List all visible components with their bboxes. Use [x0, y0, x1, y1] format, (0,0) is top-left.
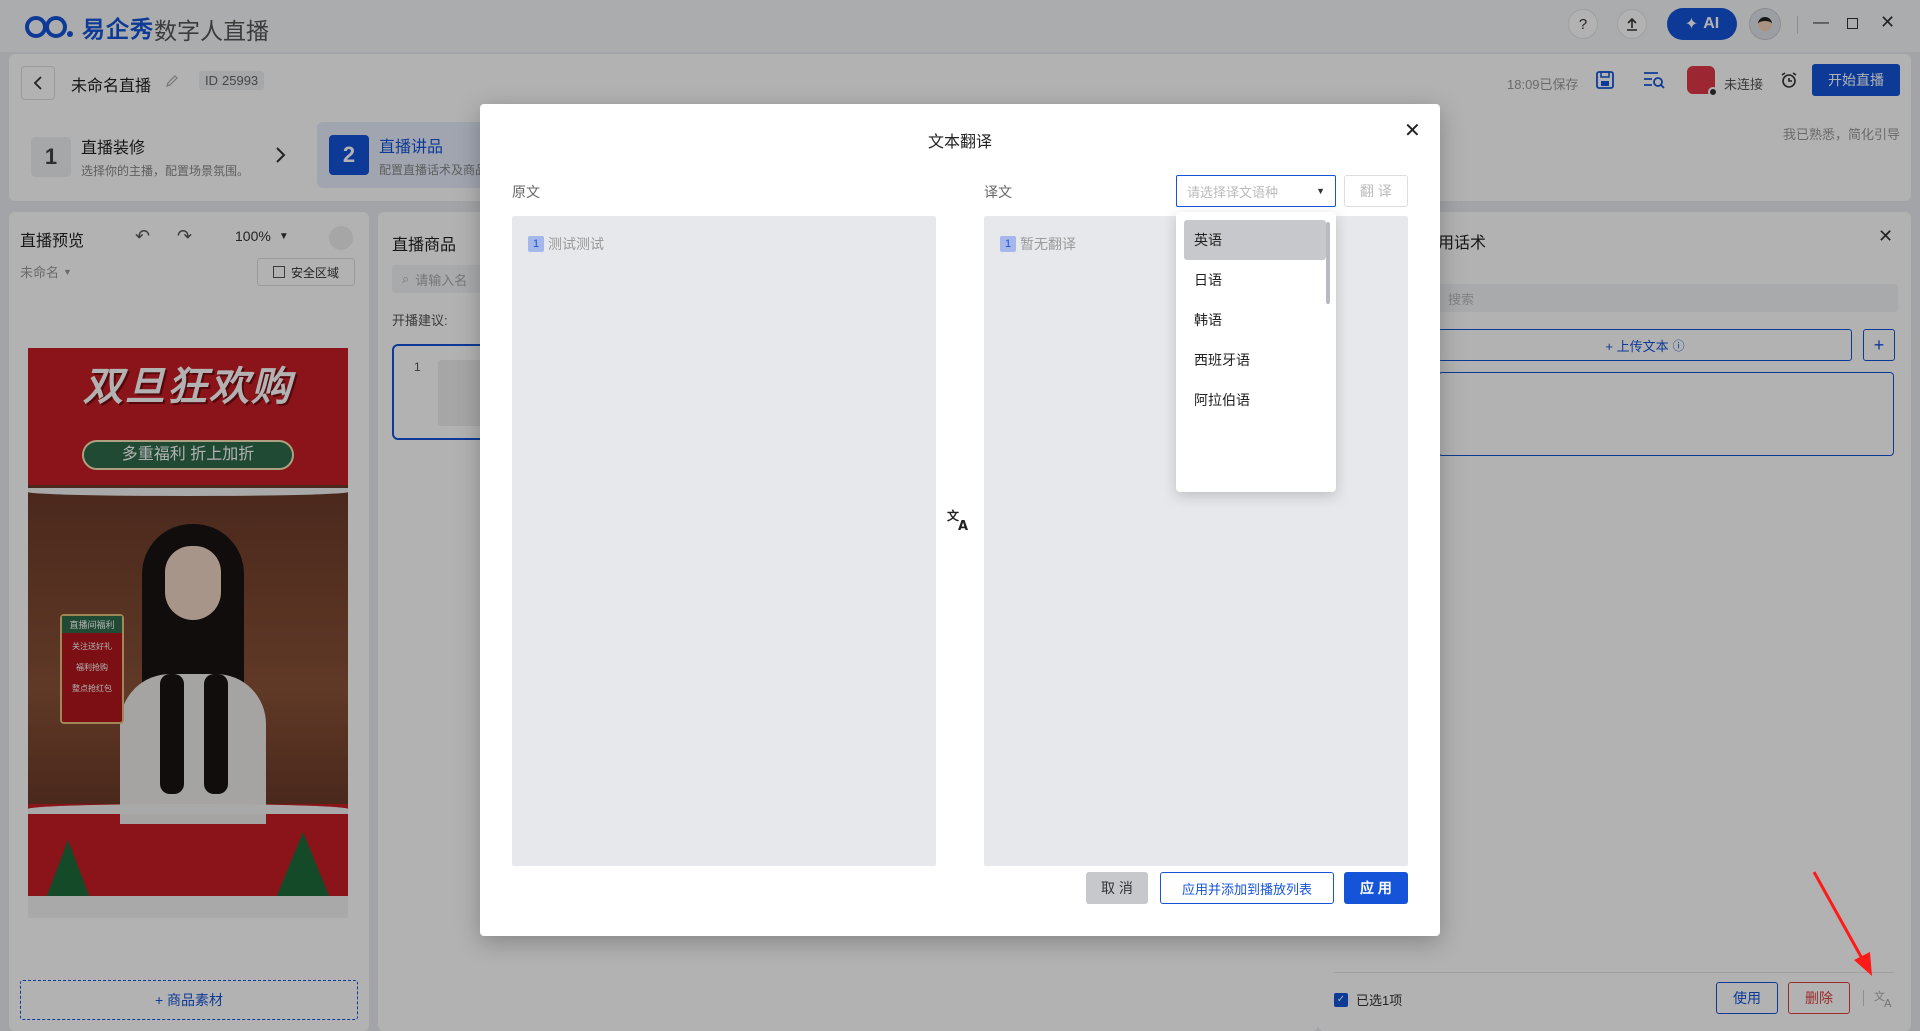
language-option-korean[interactable]: 韩语	[1184, 300, 1326, 340]
cancel-button[interactable]: 取 消	[1086, 872, 1148, 904]
source-label: 原文	[512, 184, 540, 200]
source-text-area[interactable]: 1 测试测试	[512, 216, 936, 866]
annotation-arrow-icon	[1812, 871, 1872, 976]
language-select[interactable]: 请选择译文语种 ▼	[1176, 175, 1336, 207]
modal-title: 文本翻译	[928, 134, 993, 151]
target-label: 译文	[984, 184, 1012, 200]
target-line: 1 暂无翻译	[1000, 234, 1076, 254]
language-select-placeholder: 请选择译文语种	[1187, 184, 1279, 200]
apply-add-button[interactable]: 应用并添加到播放列表	[1160, 872, 1334, 904]
source-line: 1 测试测试	[528, 234, 604, 254]
target-line-number: 1	[1000, 236, 1016, 252]
svg-text:A: A	[958, 519, 968, 532]
translate-swap-icon: 文 A	[947, 508, 968, 532]
language-dropdown: 英语 日语 韩语 西班牙语 阿拉伯语	[1176, 212, 1336, 492]
language-option-japanese[interactable]: 日语	[1184, 260, 1326, 300]
language-option-english[interactable]: 英语	[1184, 220, 1326, 260]
apply-button[interactable]: 应 用	[1344, 872, 1408, 904]
translate-button[interactable]: 翻 译	[1344, 175, 1408, 207]
dropdown-scrollbar[interactable]	[1326, 222, 1330, 304]
close-modal-icon[interactable]: ✕	[1404, 118, 1421, 143]
source-line-text: 测试测试	[548, 236, 604, 252]
language-option-arabic[interactable]: 阿拉伯语	[1184, 380, 1326, 420]
language-option-more[interactable]	[1184, 420, 1326, 440]
source-line-number: 1	[528, 236, 544, 252]
translate-modal: 文本翻译 ✕ 原文 译文 请选择译文语种 ▼ 翻 译 1 测试测试 文 A 1 …	[480, 104, 1440, 936]
caret-down-icon: ▼	[1316, 186, 1325, 196]
target-line-text: 暂无翻译	[1020, 236, 1076, 252]
language-option-spanish[interactable]: 西班牙语	[1184, 340, 1326, 380]
